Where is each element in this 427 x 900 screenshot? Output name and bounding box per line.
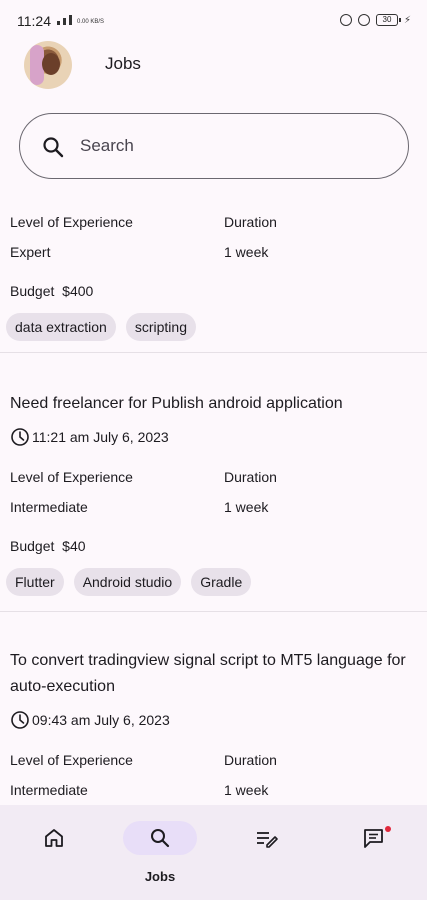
nav-jobs[interactable]: Jobs [120, 805, 200, 900]
level-value: Expert [10, 244, 51, 260]
skill-tag[interactable]: Flutter [6, 568, 64, 596]
level-value: Intermediate [10, 499, 88, 515]
nav-proposals-pill [230, 821, 304, 855]
budget-label: Budget [10, 283, 55, 299]
nav-messages[interactable] [334, 805, 414, 900]
hotspot-icon [339, 14, 352, 26]
nav-proposals[interactable] [227, 805, 307, 900]
meta-labels-row: Level of Experience Duration [0, 469, 427, 499]
signal-bar-icon [63, 18, 66, 25]
meta-labels-row: Level of Experience Duration [0, 214, 427, 244]
nav-home-pill [17, 821, 91, 855]
meta-labels-row: Level of Experience Duration [0, 752, 427, 782]
duration-label: Duration [224, 469, 277, 485]
level-value: Intermediate [10, 782, 88, 798]
job-time: 09:43 am July 6, 2023 [0, 710, 427, 730]
duration-label: Duration [224, 752, 277, 768]
budget-label: Budget [10, 538, 55, 554]
duration-value: 1 week [224, 782, 269, 798]
tag-list: Flutter Android studio Gradle [0, 568, 427, 596]
page-title: Jobs [105, 54, 141, 73]
job-card[interactable]: Need freelancer for Publish android appl… [0, 353, 427, 612]
messages-icon [364, 829, 383, 848]
status-time: 11:24 [17, 13, 51, 29]
jobs-screen: 11:24 0.00 KB/S 30 ⚡ Jobs Level o [0, 0, 427, 900]
budget: Budget $400 [0, 283, 427, 299]
duration-value: 1 week [224, 499, 269, 515]
nav-messages-pill [337, 821, 411, 855]
job-card[interactable]: To convert tradingview signal script to … [0, 612, 427, 805]
battery-icon: 30 [375, 14, 401, 26]
job-time: 11:21 am July 6, 2023 [0, 427, 427, 447]
skill-tag[interactable]: scripting [125, 313, 196, 341]
proposals-icon [257, 832, 278, 848]
level-label: Level of Experience [10, 752, 133, 768]
signal-bar-icon [69, 15, 72, 25]
nav-jobs-pill [123, 821, 197, 855]
alarm-icon [357, 14, 370, 26]
signal-bar-icon [57, 21, 60, 25]
charging-icon: ⚡ [403, 14, 411, 26]
network-speed: 0.00 KB/S [77, 19, 105, 25]
tag-list: data extraction scripting [0, 313, 427, 341]
level-label: Level of Experience [10, 214, 133, 230]
clock-icon [11, 711, 29, 729]
job-title: Need freelancer for Publish android appl… [10, 395, 343, 412]
search-input[interactable] [80, 132, 380, 160]
job-time-text: 09:43 am July 6, 2023 [32, 712, 170, 728]
duration-value: 1 week [224, 244, 269, 260]
skill-tag[interactable]: Android studio [73, 568, 182, 596]
status-right-icons: 30 ⚡ [339, 14, 411, 26]
job-card[interactable]: Level of Experience Duration Expert 1 we… [0, 200, 427, 353]
notification-badge [385, 826, 391, 832]
network-indicators: 0.00 KB/S [57, 15, 104, 25]
home-icon [45, 829, 63, 847]
budget-value: $40 [62, 538, 86, 554]
search-bar[interactable] [19, 113, 409, 179]
nav-jobs-label: Jobs [144, 869, 176, 884]
skill-tag[interactable]: Gradle [191, 568, 252, 596]
avatar[interactable] [24, 41, 72, 89]
nav-home[interactable] [14, 805, 94, 900]
search-icon [43, 137, 64, 158]
status-bar: 11:24 0.00 KB/S 30 ⚡ [0, 0, 427, 40]
bottom-navigation: Jobs [0, 805, 427, 900]
app-header: Jobs [0, 40, 427, 90]
job-feed[interactable]: Level of Experience Duration Expert 1 we… [0, 200, 427, 805]
meta-values-row: Expert 1 week [0, 244, 427, 274]
skill-tag[interactable]: data extraction [6, 313, 116, 341]
budget: Budget $40 [0, 538, 427, 554]
meta-values-row: Intermediate 1 week [0, 499, 427, 529]
search-icon [151, 829, 170, 848]
meta-values-row: Intermediate 1 week [0, 782, 427, 805]
duration-label: Duration [224, 214, 277, 230]
clock-icon [11, 428, 29, 446]
budget-value: $400 [62, 283, 94, 299]
job-time-text: 11:21 am July 6, 2023 [32, 429, 169, 445]
level-label: Level of Experience [10, 469, 133, 485]
job-title: To convert tradingview signal script to … [10, 652, 406, 695]
